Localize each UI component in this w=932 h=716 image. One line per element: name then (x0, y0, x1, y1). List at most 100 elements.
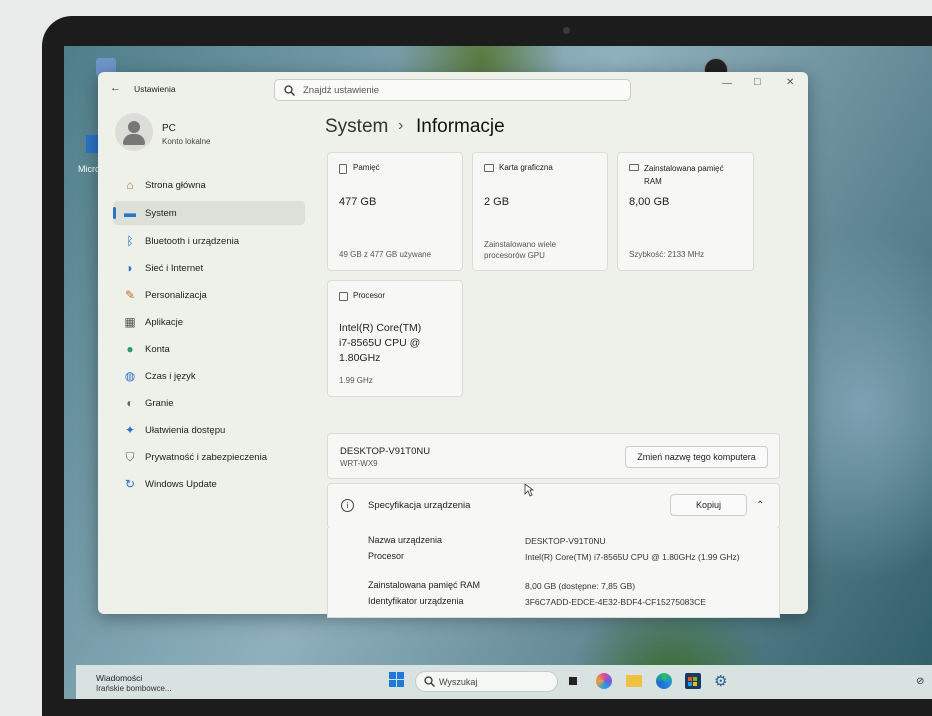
bluetooth-icon: ᛒ (126, 234, 134, 248)
task-view-icon[interactable] (567, 675, 579, 687)
spec-value[interactable]: 8,00 GB (dostępne: 7,85 GB) (525, 580, 740, 592)
sidebar-item-label: Czas i język (145, 371, 196, 382)
cpu-value: Intel(R) Core(TM) i7-8565U CPU @ 1.80GHz (339, 322, 422, 364)
gpu-icon (484, 164, 494, 172)
edge-icon[interactable] (656, 673, 672, 689)
sidebar-item-label: System (145, 208, 177, 219)
storage-title: Pamięć (353, 163, 380, 172)
sidebar-item-person[interactable]: ● Konta (113, 337, 305, 361)
update-icon: ↻ (124, 477, 136, 491)
ram-title: Zainstalowana pamięć RAM (644, 164, 724, 186)
account-type: Konto lokalne (162, 137, 211, 146)
search-icon (424, 676, 435, 687)
sidebar-item-update[interactable]: ↻ Windows Update (113, 472, 305, 496)
spec-label: Nazwa urządzenia (368, 535, 443, 545)
wifi-icon: ◗ (126, 261, 134, 275)
accessibility-icon: ✦ (124, 423, 136, 437)
gamepad-icon: ◐ (126, 396, 134, 410)
monitor-icon: ▬ (124, 206, 136, 220)
sidebar-item-label: Ułatwienia dostępu (145, 425, 226, 436)
shield-icon: ⛉ (125, 450, 135, 464)
sidebar-item-gamepad[interactable]: ◐ Granie (113, 391, 305, 415)
sidebar-item-shield[interactable]: ⛉ Prywatność i zabezpieczenia (113, 445, 305, 469)
avatar[interactable] (115, 113, 153, 151)
gpu-value: 2 GB (484, 196, 510, 208)
file-explorer-icon[interactable] (626, 675, 642, 687)
apps-icon: ▦ (124, 315, 136, 329)
search-input[interactable]: Znajdź ustawienie (274, 79, 631, 101)
sidebar-item-label: Granie (145, 398, 174, 409)
device-model: WRT-WX9 (340, 459, 378, 468)
sidebar-item-label: Sieć i Internet (145, 263, 204, 274)
sidebar-item-label: Bluetooth i urządzenia (145, 236, 240, 247)
sidebar-item-wifi[interactable]: ◗ Sieć i Internet (113, 256, 305, 280)
minimize-button[interactable]: — (722, 78, 732, 89)
sidebar-item-label: Prywatność i zabezpieczenia (145, 452, 267, 463)
sidebar-item-monitor[interactable]: ▬ System (113, 201, 305, 225)
sidebar-item-home[interactable]: ⌂ Strona główna (113, 173, 305, 197)
webcam (563, 27, 570, 34)
storage-detail: 49 GB z 477 GB używane (339, 250, 432, 259)
sidebar-item-brush[interactable]: ✎ Personalizacja (113, 283, 305, 307)
spec-label: Procesor (368, 551, 405, 561)
sidebar-item-label: Strona główna (145, 180, 206, 191)
globe-icon: ◍ (124, 369, 136, 383)
gpu-detail: Zainstalowano wiele procesorów GPU (484, 240, 557, 260)
sidebar-item-label: Konta (145, 344, 170, 355)
sidebar-item-label: Aplikacje (145, 317, 184, 328)
store-icon[interactable] (685, 673, 701, 689)
cpu-title: Procesor (353, 291, 386, 300)
ram-card[interactable]: Zainstalowana pamięć RAM 8,00 GB Szybkoś… (617, 152, 754, 271)
spec-value[interactable]: Intel(R) Core(TM) i7-8565U CPU @ 1.80GHz… (525, 551, 740, 563)
start-button[interactable] (389, 672, 405, 688)
specs-title: Specyfikacja urządzenia (368, 500, 471, 511)
desktop-icon-label: Micro (78, 164, 100, 174)
news-widget-text[interactable]: Irańskie bombowce... (96, 684, 172, 693)
search-icon (284, 85, 295, 96)
user-name: PC (162, 123, 176, 134)
gpu-title: Karta graficzna (499, 163, 553, 172)
window-title: Ustawienia (134, 84, 176, 94)
news-widget-title[interactable]: Wiadomości (96, 673, 142, 683)
ram-icon (629, 164, 639, 171)
maximize-button[interactable]: □ (754, 76, 761, 88)
chevron-up-icon[interactable]: ⌃ (756, 500, 764, 511)
taskbar-search[interactable]: Wyszukaj (415, 671, 558, 692)
selected-indicator (113, 207, 116, 219)
settings-gear-icon[interactable]: ⚙ (714, 672, 727, 690)
storage-value: 477 GB (339, 196, 377, 208)
person-icon: ● (126, 342, 134, 356)
search-placeholder: Znajdź ustawienie (303, 85, 380, 96)
ram-value: 8,00 GB (629, 196, 670, 208)
storage-icon (339, 164, 347, 174)
sidebar-item-label: Personalizacja (145, 290, 207, 301)
rename-pc-button[interactable]: Zmień nazwę tego komputera (625, 446, 768, 468)
sidebar-item-bluetooth[interactable]: ᛒ Bluetooth i urządzenia (113, 229, 305, 253)
storage-card[interactable]: Pamięć 477 GB 49 GB z 477 GB używane (327, 152, 463, 271)
taskbar-search-placeholder: Wyszukaj (439, 677, 478, 687)
spec-value[interactable]: 3F6C7ADD-EDCE-4E32-BDF4-CF15275083CE (525, 596, 740, 608)
breadcrumb-parent[interactable]: System (325, 116, 388, 138)
sidebar-item-accessibility[interactable]: ✦ Ułatwienia dostępu (113, 418, 305, 442)
page-title: Informacje (416, 116, 505, 137)
sidebar-item-label: Windows Update (145, 479, 217, 490)
cpu-card[interactable]: Procesor Intel(R) Core(TM) i7-8565U CPU … (327, 280, 463, 397)
cpu-icon (339, 292, 348, 301)
breadcrumb-separator: › (398, 117, 404, 134)
gpu-card[interactable]: Karta graficzna 2 GB Zainstalowano wiele… (472, 152, 608, 271)
spec-label: Zainstalowana pamięć RAM (368, 580, 481, 590)
cpu-detail: 1.99 GHz (339, 376, 373, 385)
sidebar-item-globe[interactable]: ◍ Czas i język (113, 364, 305, 388)
copy-button[interactable]: Kopiuj (670, 494, 747, 516)
device-name: DESKTOP-V91T0NU (340, 446, 431, 457)
ram-detail: Szybkość: 2133 MHz (629, 250, 705, 259)
brush-icon: ✎ (124, 288, 136, 302)
info-icon: i (341, 499, 354, 512)
copilot-icon[interactable] (596, 673, 612, 689)
spec-label: Identyfikator urządzenia (368, 596, 464, 606)
network-muted-icon[interactable]: ⊘ (916, 676, 924, 687)
spec-value[interactable]: DESKTOP-V91T0NU (525, 535, 740, 547)
back-arrow-icon[interactable]: ← (110, 82, 121, 94)
close-button[interactable]: ✕ (786, 77, 794, 88)
sidebar-item-apps[interactable]: ▦ Aplikacje (113, 310, 305, 334)
